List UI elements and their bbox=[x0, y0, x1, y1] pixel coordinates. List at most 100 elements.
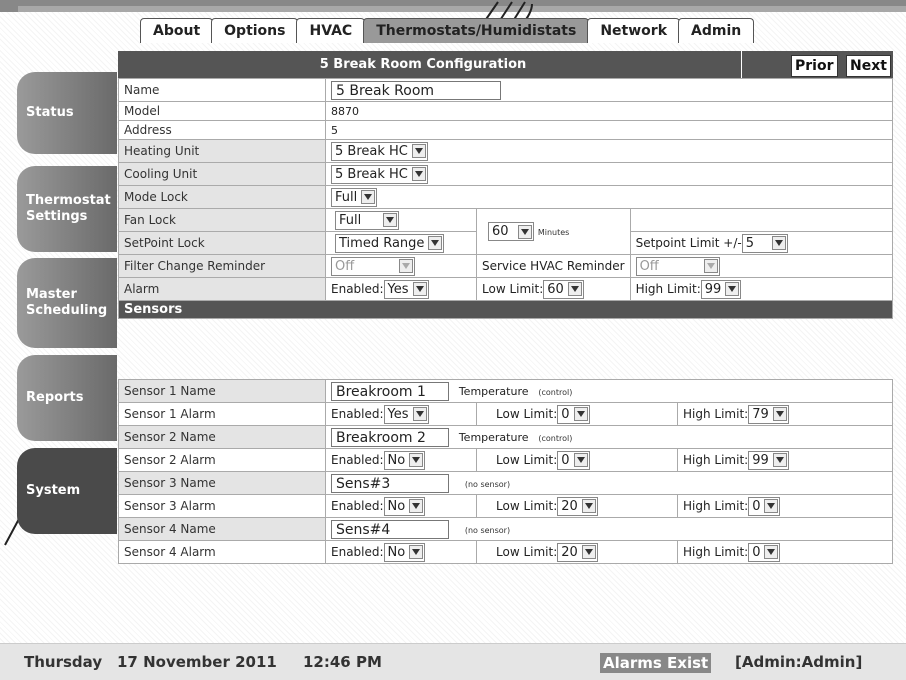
tab-admin[interactable]: Admin bbox=[678, 18, 755, 43]
chevron-down-icon bbox=[411, 167, 426, 181]
sensor-4-alarm-row: Sensor 4 Alarm Enabled: No Low Limit: 20 High… bbox=[118, 540, 893, 564]
tab-about[interactable]: About bbox=[140, 18, 214, 43]
chevron-down-icon bbox=[772, 407, 787, 421]
sensors-section-header: Sensors bbox=[118, 300, 893, 319]
row-address: Address 5 bbox=[118, 120, 893, 140]
row-name: Name 5 Break Room bbox=[118, 78, 893, 102]
sensor-1-enabled-select[interactable]: Yes bbox=[383, 404, 429, 424]
sensor-2-name-row: Sensor 2 Name Breakroom 2 Temperature (co… bbox=[118, 425, 893, 449]
nav-status[interactable]: Status bbox=[17, 72, 117, 154]
config-header: 5 Break Room Configuration Prior Next bbox=[118, 51, 893, 78]
chevron-down-icon bbox=[409, 453, 424, 467]
chevron-down-icon bbox=[573, 407, 588, 421]
sensor-2-name-input[interactable]: Breakroom 2 bbox=[331, 427, 449, 447]
sensor-3-name-input[interactable]: Sens#3 bbox=[331, 473, 449, 493]
prior-button[interactable]: Prior bbox=[791, 55, 838, 77]
setpoint-lock-select[interactable]: Timed Range bbox=[335, 233, 445, 253]
chevron-down-icon bbox=[581, 545, 596, 559]
sensor-4-name-input[interactable]: Sens#4 bbox=[331, 519, 449, 539]
tab-hvac[interactable]: HVAC bbox=[296, 18, 366, 43]
chevron-down-icon bbox=[409, 545, 424, 559]
row-model: Model 8870 bbox=[118, 101, 893, 121]
row-alarm: Alarm Enabled: Yes Low Limit: 60 High Limi… bbox=[118, 277, 894, 301]
config-table: Name 5 Break Room Model 8870 Address 5 H… bbox=[118, 78, 894, 319]
sensor-3-name-row: Sensor 3 Name Sens#3 (no sensor) bbox=[118, 471, 893, 495]
filter-reminder-select[interactable]: Off bbox=[331, 256, 415, 276]
chevron-down-icon bbox=[772, 453, 787, 467]
chevron-down-icon bbox=[771, 236, 786, 250]
chevron-down-icon bbox=[409, 499, 424, 513]
chevron-down-icon bbox=[703, 259, 718, 273]
setpoint-limit-select[interactable]: 5 bbox=[741, 233, 788, 253]
sensor-4-name-row: Sensor 4 Name Sens#4 (no sensor) bbox=[118, 517, 893, 541]
nav-master-scheduling[interactable]: Master Scheduling bbox=[17, 258, 117, 348]
chevron-down-icon bbox=[764, 499, 779, 513]
sensor-1-name-row: Sensor 1 Name Breakroom 1 Temperature (co… bbox=[118, 379, 893, 403]
sensor-1-note: (control) bbox=[538, 387, 573, 397]
name-input[interactable]: 5 Break Room bbox=[331, 80, 501, 100]
service-reminder-select[interactable]: Off bbox=[635, 256, 720, 276]
sensor-2-high-limit-select[interactable]: 99 bbox=[748, 450, 789, 470]
chevron-down-icon bbox=[573, 453, 588, 467]
sensor-2-note: (control) bbox=[538, 433, 573, 443]
tab-thermostats-humidistats[interactable]: Thermostats/Humidistats bbox=[363, 18, 590, 43]
sensor-3-high-limit-select[interactable]: 0 bbox=[748, 496, 781, 516]
sensor-2-alarm-row: Sensor 2 Alarm Enabled: No Low Limit: 0 High … bbox=[118, 448, 893, 472]
sensor-2-type: Temperature bbox=[458, 430, 529, 444]
nav-system[interactable]: System bbox=[17, 448, 117, 534]
tab-bar: About Options HVAC Thermostats/Humidista… bbox=[140, 18, 755, 44]
tab-options[interactable]: Options bbox=[211, 18, 299, 43]
chevron-down-icon bbox=[725, 282, 740, 296]
tab-network[interactable]: Network bbox=[587, 18, 680, 43]
chevron-down-icon bbox=[383, 213, 397, 227]
minutes-select[interactable]: 60 bbox=[488, 222, 534, 241]
nav-thermostat-settings[interactable]: Thermostat Settings bbox=[17, 166, 117, 252]
fan-lock-select[interactable]: Full bbox=[335, 210, 399, 230]
sensor-3-low-limit-select[interactable]: 20 bbox=[557, 496, 598, 516]
alarms-badge[interactable]: Alarms Exist bbox=[600, 653, 712, 673]
chevron-down-icon bbox=[567, 282, 582, 296]
row-cooling: Cooling Unit 5 Break HC bbox=[118, 162, 893, 186]
sensor-1-high-limit-select[interactable]: 79 bbox=[748, 404, 789, 424]
chevron-down-icon bbox=[412, 407, 427, 421]
next-button[interactable]: Next bbox=[846, 55, 891, 77]
sensor-4-low-limit-select[interactable]: 20 bbox=[557, 542, 598, 562]
sensor-3-alarm-row: Sensor 3 Alarm Enabled: No Low Limit: 20 High… bbox=[118, 494, 893, 518]
chevron-down-icon bbox=[764, 545, 779, 559]
top-bar bbox=[0, 0, 906, 12]
alarm-high-limit-select[interactable]: 99 bbox=[700, 279, 742, 299]
chevron-down-icon bbox=[581, 499, 596, 513]
row-reminders: Filter Change Reminder Off Service HVAC … bbox=[118, 254, 894, 278]
heating-unit-select[interactable]: 5 Break HC bbox=[331, 141, 428, 161]
sensor-4-note: (no sensor) bbox=[464, 525, 511, 535]
chevron-down-icon bbox=[412, 282, 427, 296]
sensor-1-alarm-row: Sensor 1 Alarm Enabled: Yes Low Limit: 0 High… bbox=[118, 402, 893, 426]
sensor-2-low-limit-select[interactable]: 0 bbox=[557, 450, 590, 470]
chevron-down-icon bbox=[428, 236, 443, 250]
status-footer: Thursday 17 November 2011 12:46 PM Alarm… bbox=[0, 643, 906, 680]
chevron-down-icon bbox=[411, 144, 426, 158]
sensor-3-enabled-select[interactable]: No bbox=[383, 496, 426, 516]
model-value: 8870 bbox=[325, 101, 893, 121]
chevron-down-icon bbox=[399, 259, 413, 273]
sensor-2-enabled-select[interactable]: No bbox=[383, 450, 426, 470]
alarm-enabled-select[interactable]: Yes bbox=[383, 279, 429, 299]
nav-reports[interactable]: Reports bbox=[17, 355, 117, 441]
footer-user: [Admin:Admin] bbox=[735, 653, 863, 671]
row-fan-lock: Fan Lock Full 60 Minutes bbox=[118, 208, 894, 255]
mode-lock-select[interactable]: Full bbox=[331, 187, 378, 207]
cooling-unit-select[interactable]: 5 Break HC bbox=[331, 164, 428, 184]
sensor-4-enabled-select[interactable]: No bbox=[383, 542, 426, 562]
row-heating: Heating Unit 5 Break HC bbox=[118, 139, 893, 163]
sensors-table: Sensor 1 Name Breakroom 1 Temperature (co… bbox=[118, 379, 893, 564]
sensor-1-name-input[interactable]: Breakroom 1 bbox=[331, 381, 449, 401]
sensor-3-note: (no sensor) bbox=[464, 479, 511, 489]
footer-time: 12:46 PM bbox=[303, 653, 382, 671]
sensor-4-high-limit-select[interactable]: 0 bbox=[748, 542, 781, 562]
service-reminder-label: Service HVAC Reminder bbox=[476, 254, 631, 278]
chevron-down-icon bbox=[361, 190, 376, 204]
sensor-1-low-limit-select[interactable]: 0 bbox=[557, 404, 590, 424]
row-mode-lock: Mode Lock Full bbox=[118, 185, 893, 209]
alarm-low-limit-select[interactable]: 60 bbox=[543, 279, 584, 299]
address-value: 5 bbox=[325, 120, 893, 140]
